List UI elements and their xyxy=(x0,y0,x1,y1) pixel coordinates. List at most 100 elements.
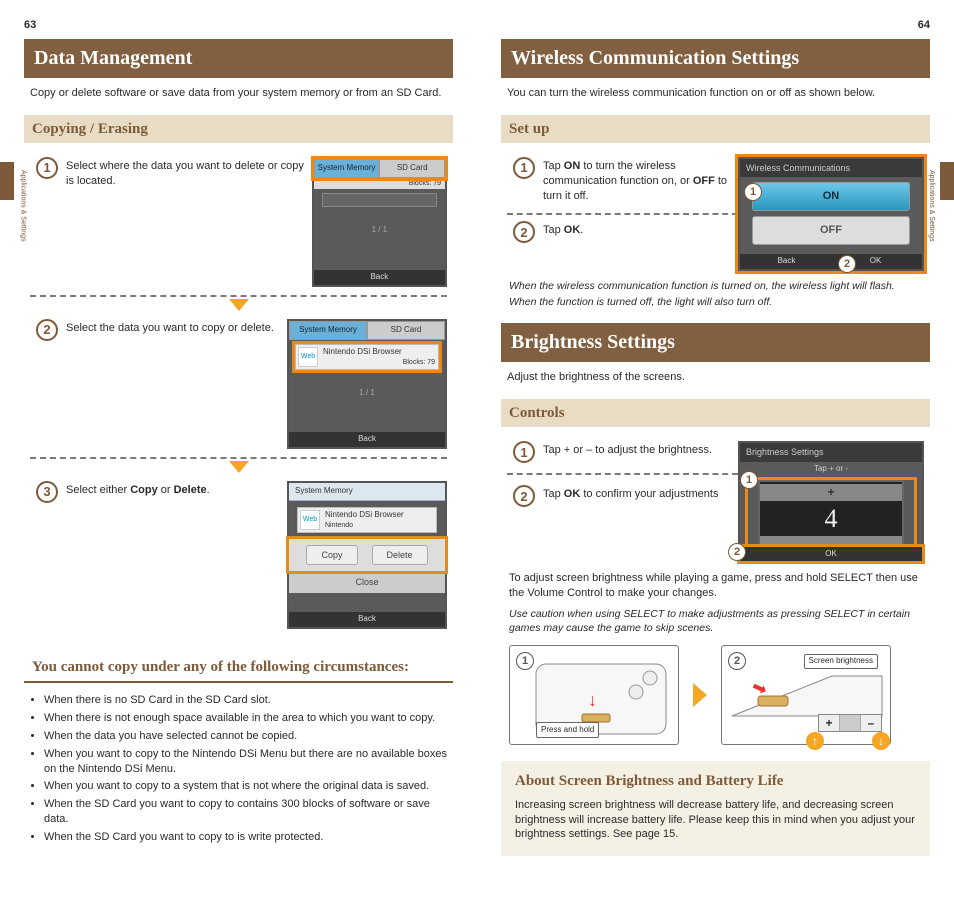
step-number-3: 3 xyxy=(36,481,58,503)
br-intro: Adjust the brightness of the screens. xyxy=(507,370,924,385)
device-volume-brightness: 2 ➡ Screen brightness + – ↑ ↓ xyxy=(721,645,891,745)
dm-step1-row: 1 Select where the data you want to dele… xyxy=(30,157,447,287)
wc-note1: When the wireless communication function… xyxy=(509,279,922,293)
br-shot: Brightness Settings Tap + or - + 4 - OK xyxy=(738,441,924,563)
section-title-wireless: Wireless Communication Settings xyxy=(501,39,930,78)
wc-off-button[interactable]: OFF xyxy=(752,216,910,245)
tab-system-memory[interactable]: System Memory xyxy=(314,159,380,178)
back-bar-1[interactable]: Back xyxy=(314,270,445,285)
web-icon: Web xyxy=(298,347,318,367)
dm-shot1: System Memory SD Card Blocks: 79 1 / 1 B… xyxy=(312,157,447,287)
page-right: 64 Wireless Communication Settings You c… xyxy=(477,0,954,884)
sub-title-copying: Copying / Erasing xyxy=(24,115,453,143)
dialog-item-title: Nintendo DSi Browser xyxy=(325,510,433,521)
warn-item: When the SD Card you want to copy to is … xyxy=(44,830,447,845)
section-title-brightness: Brightness Settings xyxy=(501,323,930,362)
copy-button[interactable]: Copy xyxy=(306,545,357,565)
volume-plus[interactable]: + xyxy=(819,715,840,731)
delete-button[interactable]: Delete xyxy=(372,545,428,565)
wc-shot-title: Wireless Communications xyxy=(740,159,922,177)
wc-step1-text: Tap ON to turn the wireless communicatio… xyxy=(543,157,732,204)
warn-item: When you want to copy to a system that i… xyxy=(44,779,447,794)
wc-step2: 2 Tap OK. xyxy=(513,221,732,243)
dm-step2-row: 2 Select the data you want to copy or de… xyxy=(30,319,447,449)
brightness-value: 4 xyxy=(760,501,902,536)
divider xyxy=(30,457,447,459)
dm-step3-text: Select either Copy or Delete. xyxy=(66,481,210,498)
br-shot-title: Brightness Settings xyxy=(740,443,922,461)
data-row-browser[interactable]: Web Nintendo DSi Browser Blocks: 79 xyxy=(295,344,439,370)
row-blocks: Blocks: 79 xyxy=(323,358,435,367)
cannot-copy-list: When there is no SD Card in the SD Card … xyxy=(30,693,447,845)
page-number-left: 63 xyxy=(24,18,453,33)
about-title: About Screen Brightness and Battery Life xyxy=(515,771,916,791)
device-press-select: 1 ↓ Press and hold xyxy=(509,645,679,745)
brightness-plus-button[interactable]: + xyxy=(760,484,902,500)
web-icon: Web xyxy=(300,510,320,530)
tab-sd-card[interactable]: SD Card xyxy=(379,159,445,178)
br-step2: 2 Tap OK to confirm your adjustments xyxy=(513,485,732,507)
press-hold-callout: Press and hold xyxy=(536,722,599,739)
row-title: Nintendo DSi Browser xyxy=(323,347,435,358)
dialog-title: System Memory xyxy=(289,483,445,501)
copy-delete-row: Copy Delete xyxy=(289,539,445,571)
warn-item: When you want to copy to the Nintendo DS… xyxy=(44,747,447,777)
step-number-1: 1 xyxy=(513,441,535,463)
warn-item: When the SD Card you want to copy to con… xyxy=(44,797,447,827)
br-tip-note: Use caution when using SELECT to make ad… xyxy=(509,607,922,635)
wc-steps-row: 1 Tap ON to turn the wireless communicat… xyxy=(507,157,924,271)
blocks-label: Blocks: 79 xyxy=(314,178,445,189)
dialog-item-vendor: Nintendo xyxy=(325,521,433,530)
down-arrow-icon: ↓ xyxy=(872,732,890,750)
dm-shot3: System Memory Web Nintendo DSi Browser N… xyxy=(287,481,447,629)
arrow-down-icon xyxy=(229,461,249,473)
br-steps-row: 1 Tap + or – to adjust the brightness. 2… xyxy=(507,441,924,563)
dm-step3-row: 3 Select either Copy or Delete. System M… xyxy=(30,481,447,629)
section-title-data-management: Data Management xyxy=(24,39,453,78)
sub-title-setup: Set up xyxy=(501,115,930,143)
side-tab-right xyxy=(940,162,954,200)
page-left: 63 Data Management Copy or delete softwa… xyxy=(0,0,477,884)
wc-on-button[interactable]: ON xyxy=(752,182,910,211)
red-arrow-icon: ↓ xyxy=(588,688,597,712)
back-bar-2[interactable]: Back xyxy=(289,432,445,447)
up-arrow-icon: ↑ xyxy=(806,732,824,750)
br-step1-text: Tap + or – to adjust the brightness. xyxy=(543,441,712,458)
pager-2: 1 / 1 xyxy=(289,374,445,413)
step-number-2: 2 xyxy=(513,221,535,243)
sub-title-controls: Controls xyxy=(501,399,930,427)
wc-note2: When the function is turned off, the lig… xyxy=(509,295,922,309)
wc-step1: 1 Tap ON to turn the wireless communicat… xyxy=(513,157,732,204)
step-number-1: 1 xyxy=(513,157,535,179)
step-number-1: 1 xyxy=(36,157,58,179)
about-battery-box: About Screen Brightness and Battery Life… xyxy=(501,761,930,856)
arrow-right-icon xyxy=(693,683,707,707)
br-ok-button[interactable]: OK xyxy=(740,547,922,562)
step-number-2: 2 xyxy=(513,485,535,507)
tab-sd-card-2[interactable]: SD Card xyxy=(367,321,445,340)
close-button[interactable]: Close xyxy=(289,571,445,593)
tab-system-memory-2[interactable]: System Memory xyxy=(289,321,367,340)
dm-step3: 3 Select either Copy or Delete. xyxy=(36,481,210,503)
br-step1: 1 Tap + or – to adjust the brightness. xyxy=(513,441,732,463)
volume-minus[interactable]: – xyxy=(861,715,881,731)
wc-back-button[interactable]: Back xyxy=(742,256,831,267)
br-step2-text: Tap OK to confirm your adjustments xyxy=(543,485,718,502)
volume-control[interactable]: + – xyxy=(818,714,882,732)
device-illustration-row: 1 ↓ Press and hold 2 ➡ Screen brigh xyxy=(509,645,922,745)
dm-step2-text: Select the data you want to copy or dele… xyxy=(66,319,274,336)
br-tip: To adjust screen brightness while playin… xyxy=(509,571,922,601)
arrow-down-icon xyxy=(229,299,249,311)
warn-item: When there is not enough space available… xyxy=(44,711,447,726)
dm-intro: Copy or delete software or save data fro… xyxy=(30,86,447,101)
cannot-copy-title: You cannot copy under any of the followi… xyxy=(24,651,453,683)
back-bar-3[interactable]: Back xyxy=(289,612,445,627)
divider xyxy=(30,295,447,297)
shot-marker-1: 1 xyxy=(744,183,762,201)
dm-step1-text: Select where the data you want to delete… xyxy=(66,157,306,189)
wc-shot: Wireless Communications ON OFF Back OK xyxy=(738,157,924,271)
page-spread: Applications & Settings 63 Data Manageme… xyxy=(0,0,954,884)
warn-item: When there is no SD Card in the SD Card … xyxy=(44,693,447,708)
warn-item: When the data you have selected cannot b… xyxy=(44,729,447,744)
dm-step2: 2 Select the data you want to copy or de… xyxy=(36,319,274,341)
